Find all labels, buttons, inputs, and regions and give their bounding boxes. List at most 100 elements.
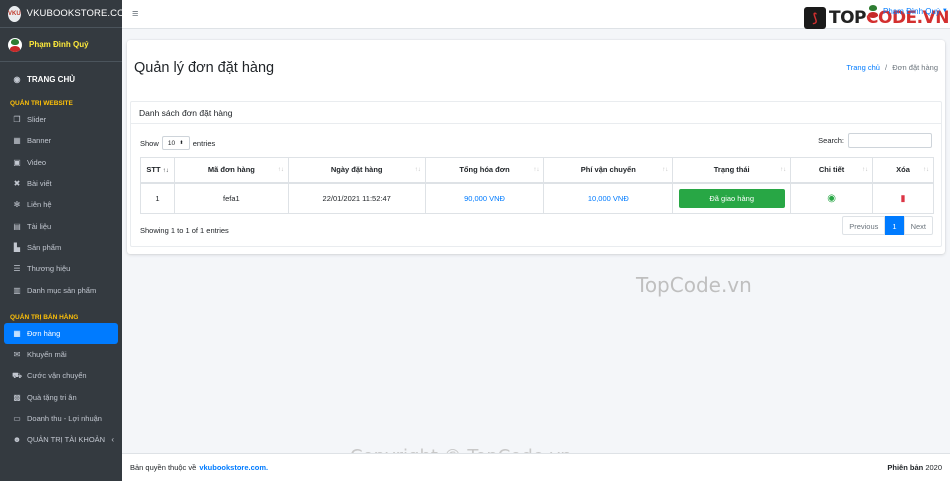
list-icon: ☰ [13,264,21,274]
entries-label: entries [192,138,216,148]
col-delete[interactable]: Xóa ↑↓ [872,157,934,184]
breadcrumb-home-link[interactable]: Trang chủ [846,63,880,72]
content-card: Quản lý đơn đặt hàng Trang chủ / Đơn đặt… [127,40,945,254]
footer-version: Phiên bản 2020 [887,463,942,472]
envelope-icon: ✉ [13,350,21,360]
page-1-button[interactable]: 1 [885,216,904,235]
sidebar-section-sales: QUẢN TRỊ BÁN HÀNG [10,313,79,321]
sidebar-item-label: Liên hệ [27,200,52,210]
cell-status: Đã giao hàng [672,182,792,214]
col-total[interactable]: Tổng hóa đơn ↑↓ [424,157,545,184]
avatar [8,37,22,52]
col-stt[interactable]: STT ↑↓ [140,157,175,184]
search-input[interactable] [848,133,932,148]
sidebar-item-label: Danh mục sản phẩm [27,285,97,295]
page-title: Quản lý đơn đặt hàng [134,60,275,76]
chevron-left-icon: ‹ [111,435,114,445]
sort-asc-icon: ↑↓ [162,168,169,175]
sort-icon: ↑↓ [780,167,787,173]
watermark-center: TopCode.vn [636,273,752,297]
cell-stt: 1 [140,182,175,214]
col-shipping[interactable]: Phí vận chuyển ↑↓ [543,157,674,184]
sort-icon: ↑↓ [662,167,669,173]
menu-icon[interactable]: ≡ [132,8,138,20]
sidebar-item-label: Video [27,157,47,167]
pagination: Previous 1 Next [842,216,933,235]
sidebar-user-name: Phạm Đình Quý [29,40,89,49]
sidebar-item-label: Sản phẩm [27,242,62,252]
brand-link[interactable]: VKU VKUBOOKSTORE.COM [0,0,133,28]
sort-icon: ↑↓ [862,167,869,173]
updown-icon: ⬍ [179,140,184,146]
next-button[interactable]: Next [903,216,933,235]
sidebar-item-label: Đơn hàng [27,328,61,338]
sidebar-item-label: Thương hiệu [27,264,71,274]
sidebar-item-slider[interactable]: ❐ Slider [0,109,122,130]
sidebar-item-categories[interactable]: ▥ Danh mục sản phẩm [0,279,122,300]
caret-down-icon: ▼ [941,8,948,14]
orders-card: Danh sách đơn đặt hàng Show 10 ⬍ entries… [130,101,942,247]
cell-total: 90,000 VNĐ [424,182,545,214]
sidebar-item-revenue[interactable]: ▭ Doanh thu - Lợi nhuận [0,408,122,429]
sidebar-item-banner[interactable]: ▦ Banner [0,130,122,151]
sidebar-item-home[interactable]: ◉ TRANG CHỦ [0,67,122,91]
user-panel[interactable]: Phạm Đình Quý [0,28,122,62]
sidebar-item-posts[interactable]: ✖ Bài viết [0,173,122,194]
sort-icon: ↑↓ [923,167,929,173]
sidebar-item-products[interactable]: ▙ Sản phẩm [0,237,122,258]
truck-icon: ⛟ [11,370,23,380]
user-dropdown[interactable]: Phạm Đình Quý ▼ [866,4,948,18]
col-order-code[interactable]: Mã đơn hàng ↑↓ [173,157,289,184]
sidebar-item-label: TRANG CHỦ [27,74,75,84]
footer-site-link[interactable]: vkubookstore.com. [199,463,268,472]
sidebar-item-label: QUẢN TRỊ TÀI KHOẢN [27,435,106,445]
sidebar-item-promotions[interactable]: ✉ Khuyến mãi [0,344,122,365]
cell-delete: ▮ [872,182,934,214]
sidebar-item-brands[interactable]: ☰ Thương hiệu [0,258,122,279]
table-row: 1 fefa1 22/01/2021 11:52:47 90,000 VNĐ 1… [140,182,934,214]
top-user-name: Phạm Đình Quý [883,6,940,16]
cell-order-date: 22/01/2021 11:52:47 [287,182,426,214]
col-detail[interactable]: Chi tiết ↑↓ [790,157,874,184]
cell-order-code: fefa1 [173,182,289,214]
col-order-date[interactable]: Ngày đặt hàng ↑↓ [287,157,426,184]
sidebar-item-shipping[interactable]: ⛟ Cước vận chuyển [0,365,122,386]
table-header-row: STT ↑↓ Mã đơn hàng ↑↓ Ngày đặt hàng ↑↓ Tổng… [140,157,934,184]
sidebar-item-label: Bài viết [27,179,52,189]
search-control: Search: [818,133,932,148]
sidebar-item-label: Slider [27,115,47,125]
copy-icon: ❐ [13,115,21,125]
sidebar-item-accounts[interactable]: ☻ QUẢN TRỊ TÀI KHOẢN ‹ [0,429,122,450]
logo-mark: ⟆ [804,7,826,29]
eye-icon[interactable]: ◉ [827,193,836,204]
sidebar-item-label: Doanh thu - Lợi nhuận [27,414,102,423]
file-icon: ▤ [13,221,21,231]
sidebar-item-video[interactable]: ▣ Video [0,152,122,173]
sidebar-section-website: QUẢN TRỊ WEBSITE [10,100,73,107]
sidebar-item-label: Tài liệu [27,221,52,231]
film-icon: ▣ [13,157,21,167]
search-label: Search: [818,136,844,145]
sidebar: VKU VKUBOOKSTORE.COM Phạm Đình Quý ◉ TRA… [0,0,133,481]
trash-icon[interactable]: ▮ [901,193,906,203]
footer-copyright: Bản quyền thuộc về [130,463,197,472]
sidebar-item-contact[interactable]: ✻ Liên hệ [0,194,122,215]
table-info: Showing 1 to 1 of 1 entries [140,226,229,235]
sidebar-item-gifts[interactable]: ▩ Quà tặng tri ân [0,387,122,408]
sort-icon: ↑↓ [414,167,421,173]
status-button[interactable]: Đã giao hàng [678,188,785,208]
dashboard-icon: ◉ [13,74,21,84]
sidebar-item-orders[interactable]: ▦ Đơn hàng [4,322,118,344]
col-status[interactable]: Trạng thái ↑↓ [672,157,792,184]
cell-shipping: 10,000 VNĐ [543,182,674,214]
entries-value: 10 [167,139,176,147]
sort-icon: ↑↓ [533,167,540,173]
previous-button[interactable]: Previous [842,216,886,235]
sidebar-item-documents[interactable]: ▤ Tài liệu [0,215,122,236]
gear-icon: ✻ [13,200,21,210]
length-control: Show 10 ⬍ entries [140,136,215,150]
entries-select[interactable]: 10 ⬍ [161,136,190,150]
brand-name: VKUBOOKSTORE.COM [26,8,133,19]
images-icon: ▦ [13,136,21,146]
chart-icon: ▙ [13,242,21,252]
